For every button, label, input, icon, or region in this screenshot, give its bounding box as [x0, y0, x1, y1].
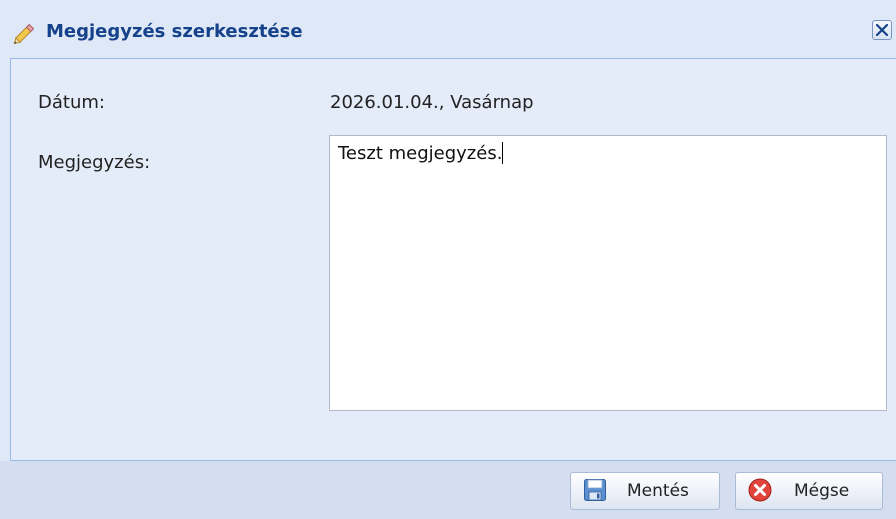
date-value: 2026.01.04., Vasárnap	[330, 92, 534, 113]
close-icon	[876, 24, 888, 36]
date-label: Dátum:	[38, 92, 105, 113]
cancel-icon	[748, 478, 772, 502]
floppy-disk-icon	[583, 478, 607, 502]
dialog-footer: Mentés Mégse	[0, 461, 896, 519]
pencil-icon	[12, 20, 38, 46]
note-text: Teszt megjegyzés.	[338, 143, 503, 164]
dialog-body: Dátum: 2026.01.04., Vasárnap Megjegyzés:…	[10, 58, 896, 461]
dialog-title: Megjegyzés szerkesztése	[46, 21, 303, 42]
text-caret	[502, 142, 504, 164]
note-textarea[interactable]: Teszt megjegyzés.	[329, 135, 887, 411]
save-button[interactable]: Mentés	[570, 472, 720, 510]
note-label: Megjegyzés:	[38, 152, 151, 173]
cancel-button[interactable]: Mégse	[735, 472, 883, 510]
cancel-button-label: Mégse	[794, 481, 850, 501]
dialog-titlebar[interactable]: Megjegyzés szerkesztése	[0, 10, 896, 54]
close-button[interactable]	[872, 20, 892, 40]
edit-note-dialog: Megjegyzés szerkesztése Dátum: 2026.01.0…	[0, 0, 896, 519]
save-button-label: Mentés	[627, 481, 689, 501]
